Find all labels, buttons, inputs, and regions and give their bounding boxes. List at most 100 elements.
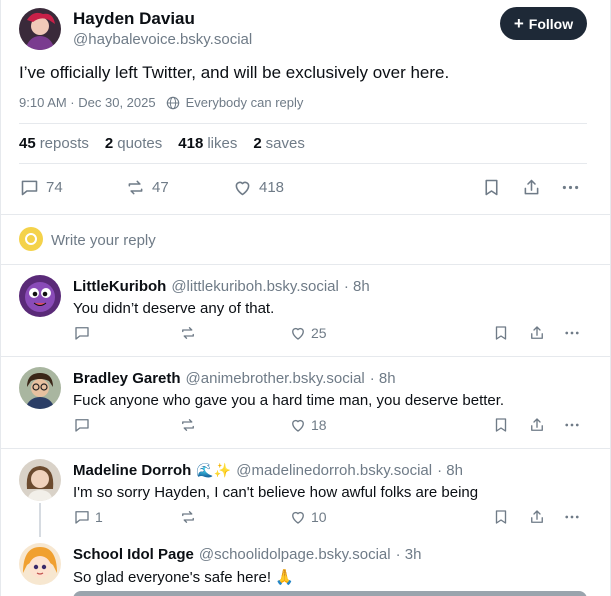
- share-icon: [531, 510, 543, 523]
- bookmark-icon: [495, 510, 507, 524]
- media-preview[interactable]: [73, 591, 587, 596]
- author-avatar[interactable]: [19, 8, 61, 50]
- reply-age[interactable]: · 8h: [370, 370, 396, 387]
- author-name[interactable]: Hayden Daviau: [73, 9, 195, 29]
- reply-item[interactable]: Madeline Dorroh 🌊✨ @madelinedorroh.bsky.…: [1, 449, 611, 533]
- reply-item[interactable]: School Idol Page @schoolidolpage.bsky.so…: [1, 533, 611, 596]
- bookmark-button[interactable]: [492, 324, 510, 342]
- repost-button[interactable]: [179, 324, 197, 342]
- reply-author-handle[interactable]: @madelinedorroh.bsky.social: [236, 462, 432, 479]
- post-stats: 45 reposts 2 quotes 418 likes 2 saves: [19, 135, 305, 152]
- bookmark-icon: [495, 326, 507, 340]
- reply-audience[interactable]: Everybody can reply: [186, 95, 304, 110]
- thread-line: [39, 503, 41, 537]
- like-button[interactable]: 25: [289, 324, 327, 342]
- reply-button[interactable]: [73, 416, 91, 434]
- share-button[interactable]: [528, 508, 546, 526]
- reply-age[interactable]: · 8h: [344, 278, 370, 295]
- reply-header: LittleKuriboh @littlekuriboh.bsky.social…: [73, 278, 370, 295]
- my-avatar: [19, 227, 43, 251]
- reply-author-name[interactable]: Bradley Gareth: [73, 370, 181, 387]
- divider: [19, 123, 587, 124]
- reply-placeholder: Write your reply: [51, 232, 156, 249]
- heart-icon: [235, 181, 250, 196]
- reply-author-name[interactable]: School Idol Page: [73, 546, 194, 563]
- person-glasses-avatar[interactable]: [19, 367, 61, 409]
- repost-icon: [182, 327, 194, 339]
- reply-button[interactable]: 1: [73, 508, 103, 526]
- like-button[interactable]: 18: [289, 416, 327, 434]
- like-count: 18: [311, 417, 327, 433]
- reply-author-handle[interactable]: @littlekuriboh.bsky.social: [171, 278, 339, 295]
- bookmark-button[interactable]: [492, 416, 510, 434]
- thread-view: Hayden Daviau @haybalevoice.bsky.social …: [0, 0, 611, 596]
- bookmark-button[interactable]: [481, 177, 502, 198]
- name-emoji: 🌊✨: [196, 462, 232, 478]
- plus-icon: +: [513, 14, 524, 33]
- bookmark-button[interactable]: [492, 508, 510, 526]
- repost-icon: [128, 180, 143, 195]
- person-avatar[interactable]: [19, 459, 61, 501]
- like-button[interactable]: 418: [232, 177, 284, 198]
- heart-icon: [292, 511, 304, 524]
- reply-composer[interactable]: Write your reply: [1, 215, 611, 265]
- comment-icon: [75, 327, 89, 340]
- more-options-button[interactable]: [563, 416, 581, 434]
- more-options-button[interactable]: [563, 508, 581, 526]
- follow-button[interactable]: + Follow: [500, 7, 587, 40]
- reply-author-name[interactable]: Madeline Dorroh: [73, 462, 191, 479]
- comment-icon: [75, 419, 89, 432]
- reposts-stat[interactable]: 45 reposts: [19, 135, 89, 152]
- post-timestamp[interactable]: 9:10 AM · Dec 30, 2025: [19, 95, 156, 110]
- bookmark-icon: [495, 418, 507, 432]
- quotes-stat[interactable]: 2 quotes: [105, 135, 162, 152]
- reply-text: So glad everyone's safe here! 🙏: [73, 569, 294, 586]
- heart-icon: [292, 419, 304, 432]
- purple-creature-avatar[interactable]: [19, 275, 61, 317]
- reply-button[interactable]: 74: [19, 177, 63, 198]
- reply-author-name[interactable]: LittleKuriboh: [73, 278, 166, 295]
- author-handle[interactable]: @haybalevoice.bsky.social: [73, 31, 252, 48]
- reply-text: I'm so sorry Hayden, I can't believe how…: [73, 484, 479, 501]
- share-button[interactable]: [521, 177, 542, 198]
- reply-count: 1: [95, 509, 103, 525]
- repost-count: 47: [152, 179, 169, 196]
- globe-icon: [166, 96, 179, 109]
- post-text: I’ve officially left Twitter, and will b…: [19, 63, 450, 82]
- follow-label: Follow: [528, 15, 574, 32]
- post-meta: 9:10 AM · Dec 30, 2025 Everybody can rep…: [19, 95, 303, 110]
- heart-icon: [292, 327, 304, 340]
- more-options-button[interactable]: [563, 324, 581, 342]
- more-icon: [565, 423, 579, 427]
- like-button[interactable]: 10: [289, 508, 327, 526]
- like-count: 418: [259, 179, 285, 196]
- share-icon: [531, 418, 543, 431]
- repost-button[interactable]: [179, 416, 197, 434]
- saves-stat[interactable]: 2 saves: [253, 135, 305, 152]
- post-actions: 74 47 418: [1, 177, 611, 201]
- reply-author-handle[interactable]: @schoolidolpage.bsky.social: [199, 546, 391, 563]
- reply-text: You didn’t deserve any of that.: [73, 300, 275, 317]
- repost-button[interactable]: [179, 508, 197, 526]
- share-icon: [531, 326, 543, 339]
- reply-item[interactable]: Bradley Gareth @animebrother.bsky.social…: [1, 357, 611, 449]
- reply-actions: 1 10: [1, 508, 611, 528]
- comment-icon: [21, 180, 38, 196]
- reply-author-handle[interactable]: @animebrother.bsky.social: [186, 370, 365, 387]
- share-button[interactable]: [528, 416, 546, 434]
- reply-count: 74: [46, 179, 63, 196]
- reply-age[interactable]: · 3h: [396, 546, 422, 563]
- like-count: 10: [311, 509, 327, 525]
- share-icon: [524, 179, 539, 195]
- share-button[interactable]: [528, 324, 546, 342]
- likes-stat[interactable]: 418 likes: [178, 135, 237, 152]
- reply-age[interactable]: · 8h: [437, 462, 463, 479]
- reply-actions: 25: [1, 324, 611, 344]
- repost-button[interactable]: 47: [125, 177, 169, 198]
- reply-button[interactable]: [73, 324, 91, 342]
- reply-item[interactable]: LittleKuriboh @littlekuriboh.bsky.social…: [1, 265, 611, 357]
- anime-avatar[interactable]: [19, 543, 61, 585]
- more-options-button[interactable]: [560, 177, 581, 198]
- reply-text: Fuck anyone who gave you a hard time man…: [73, 392, 505, 409]
- comment-icon: [75, 511, 89, 524]
